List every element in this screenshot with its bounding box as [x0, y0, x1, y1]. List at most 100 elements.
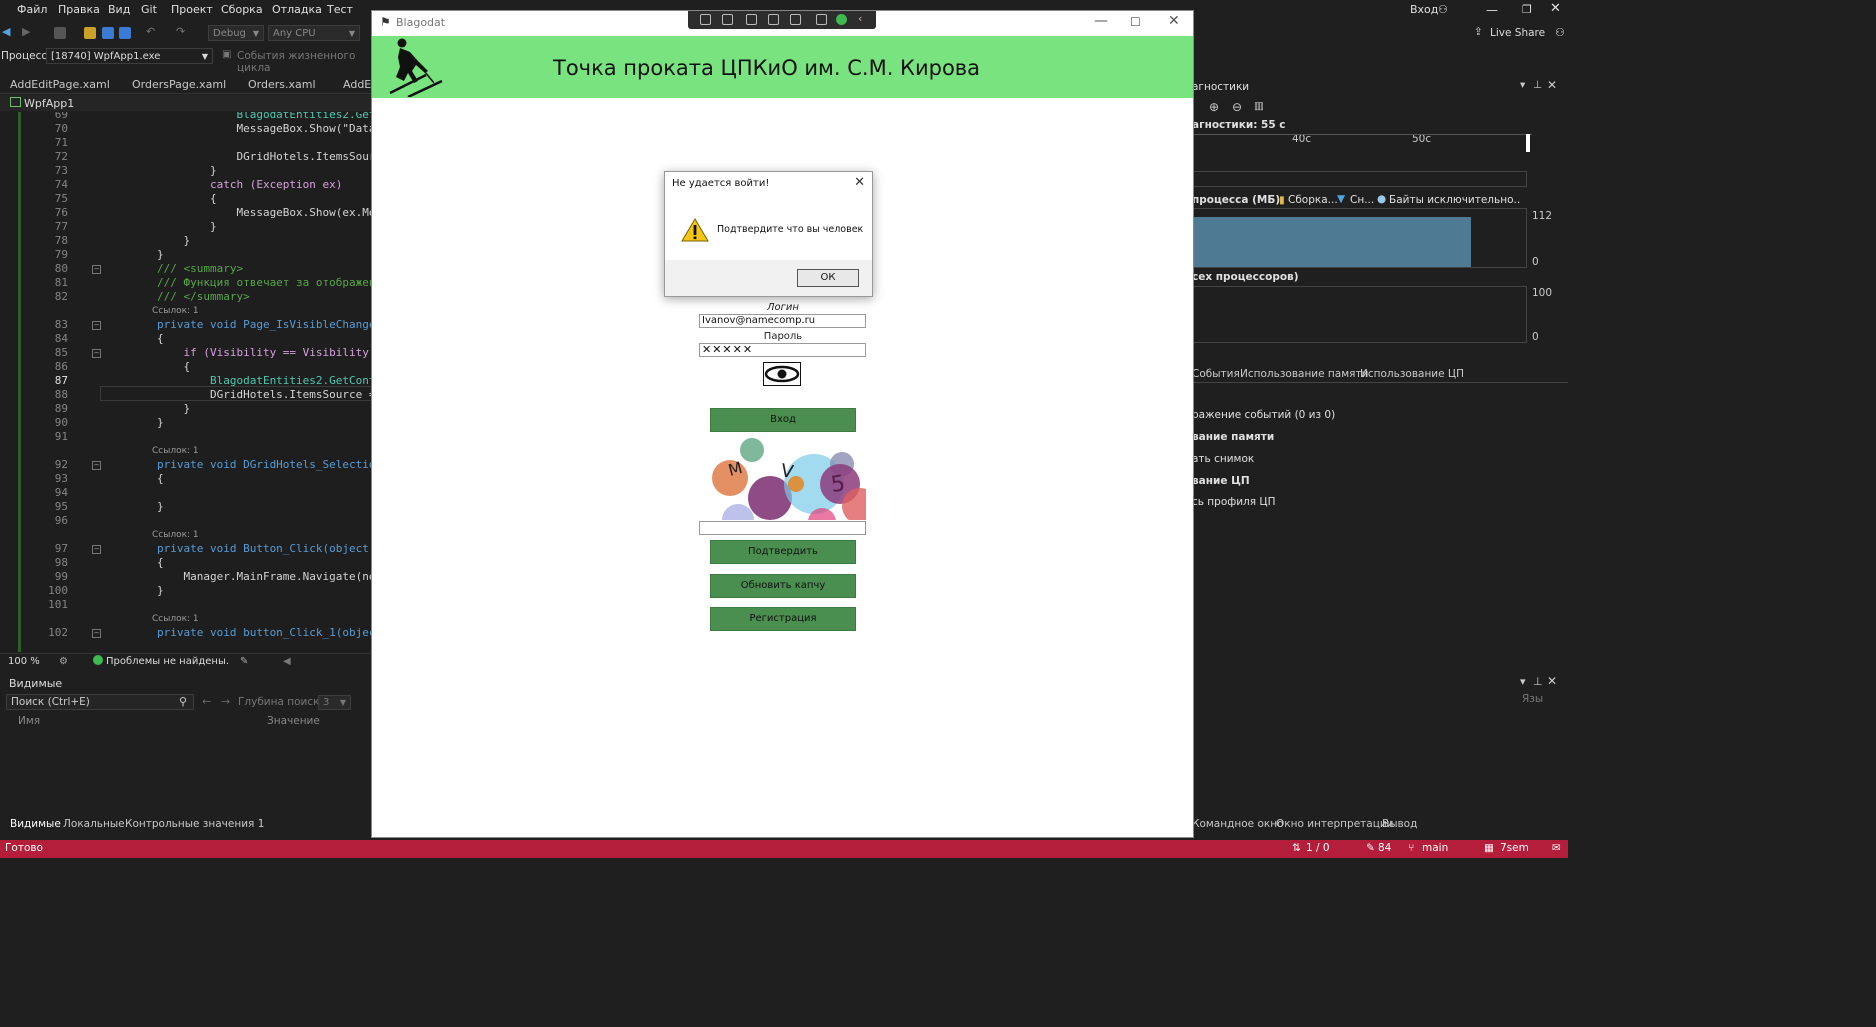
branch-icon[interactable]: ⑂	[1408, 842, 1414, 854]
ok-button[interactable]: ОК	[797, 269, 859, 287]
restore-icon[interactable]: ❐	[1522, 3, 1532, 16]
layout-icon[interactable]	[790, 14, 801, 25]
fold-toggle-icon[interactable]: −	[92, 321, 101, 330]
tab-immediate-window[interactable]: Окно интерпретации	[1276, 818, 1394, 830]
menu-project[interactable]: Проект	[171, 3, 213, 16]
close-icon[interactable]: ✕	[1547, 78, 1557, 92]
save-icon[interactable]	[102, 27, 114, 39]
collapse-icon[interactable]: ‹	[858, 12, 862, 25]
tab-orderspage[interactable]: OrdersPage.xaml	[132, 78, 226, 91]
back-icon[interactable]: ←	[202, 695, 211, 708]
live-tree-icon[interactable]	[700, 14, 711, 25]
column-name[interactable]: Имя	[18, 715, 40, 727]
maximize-icon[interactable]: ☐	[1130, 15, 1141, 29]
tab-orders[interactable]: Orders.xaml	[248, 78, 316, 91]
live-share-button[interactable]: Live Share	[1490, 27, 1545, 39]
zoom-out-icon[interactable]: ⊖	[1232, 100, 1242, 114]
fold-toggle-icon[interactable]: −	[92, 545, 101, 554]
minimize-icon[interactable]: —	[1094, 13, 1108, 29]
tab-cpu-usage[interactable]: Использование ЦП	[1360, 368, 1464, 380]
cpu-graph[interactable]	[1192, 286, 1527, 343]
register-button[interactable]: Регистрация	[710, 607, 856, 631]
chevron-down-icon[interactable]: ▾	[1520, 675, 1526, 688]
tab-autos[interactable]: Видимые	[10, 818, 61, 830]
hot-reload-icon[interactable]	[816, 14, 827, 25]
tab-watch-1[interactable]: Контрольные значения 1	[125, 818, 264, 830]
tab-addeditpage[interactable]: AddEditPage.xaml	[10, 78, 110, 91]
zoom-in-icon[interactable]: ⊕	[1209, 100, 1219, 114]
process-dropdown[interactable]: [18740] WpfApp1.exe ▼	[46, 48, 213, 64]
close-icon[interactable]: ✕	[1168, 13, 1180, 29]
menu-file[interactable]: Файл	[17, 3, 47, 16]
repo-icon[interactable]: ▦	[1484, 842, 1494, 854]
locals-search-input[interactable]: Поиск (Ctrl+E) ⚲	[6, 694, 194, 710]
new-item-icon[interactable]	[54, 27, 66, 39]
git-branch[interactable]: main	[1422, 842, 1448, 854]
timeline-marker[interactable]	[1526, 134, 1530, 152]
git-sync-status[interactable]: 1 / 0	[1306, 842, 1330, 854]
tab-locals[interactable]: Локальные	[63, 818, 125, 830]
problems-status[interactable]: Проблемы не найдены.	[106, 656, 229, 667]
refresh-captcha-button[interactable]: Обновить капчу	[710, 574, 856, 598]
fold-toggle-icon[interactable]: −	[92, 349, 101, 358]
menu-debug[interactable]: Отладка	[272, 3, 322, 16]
account-icon[interactable]: ⚇	[1438, 3, 1448, 16]
reference-count[interactable]: Ссылок: 1	[152, 306, 199, 316]
tab-output[interactable]: Вывод	[1382, 818, 1417, 830]
edit-icon[interactable]: ✎	[1366, 842, 1375, 854]
take-snapshot-link[interactable]: ать снимок	[1192, 453, 1254, 465]
camera-icon[interactable]	[722, 14, 733, 25]
sign-in-link[interactable]: Вход	[1410, 3, 1438, 16]
select-element-icon[interactable]	[746, 14, 757, 25]
captcha-input[interactable]	[699, 521, 866, 535]
menu-git[interactable]: Git	[141, 3, 157, 16]
menu-edit[interactable]: Правка	[58, 3, 100, 16]
close-icon[interactable]: ✕	[1550, 1, 1561, 16]
close-icon[interactable]: ✕	[1547, 674, 1557, 688]
scroll-left-icon[interactable]: ◀	[283, 656, 291, 667]
git-changes-count[interactable]: 84	[1378, 842, 1391, 854]
config-dropdown[interactable]: Debug ▼	[208, 25, 264, 41]
password-input[interactable]: ✕✕✕✕✕	[699, 343, 866, 357]
memory-graph[interactable]	[1192, 208, 1527, 268]
menu-view[interactable]: Вид	[108, 3, 130, 16]
menu-test[interactable]: Тест	[327, 3, 353, 16]
fold-toggle-icon[interactable]: −	[92, 265, 101, 274]
timeline-ruler[interactable]	[1192, 134, 1532, 153]
notifications-icon[interactable]: ✉	[1552, 842, 1561, 854]
redo-icon[interactable]: ↷	[176, 25, 185, 38]
search-depth-dropdown[interactable]: 3 ▼	[318, 695, 351, 710]
intellicode-icon[interactable]: ⚙	[59, 656, 68, 667]
record-cpu-profile-link[interactable]: сь профиля ЦП	[1192, 496, 1275, 508]
git-repo[interactable]: 7sem	[1500, 842, 1529, 854]
events-track[interactable]	[1192, 171, 1527, 187]
fold-toggle-icon[interactable]: −	[92, 629, 101, 638]
brush-icon[interactable]: ✎	[240, 656, 248, 667]
platform-dropdown[interactable]: Any CPU ▼	[268, 25, 360, 41]
show-password-button[interactable]	[763, 362, 801, 386]
events-summary[interactable]: ражение событий (0 из 0)	[1192, 409, 1335, 421]
forward-icon[interactable]: ▶	[22, 25, 30, 38]
menu-build[interactable]: Сборка	[221, 3, 263, 16]
column-value[interactable]: Значение	[267, 715, 320, 727]
minimize-icon[interactable]: —	[1486, 3, 1498, 17]
fold-toggle-icon[interactable]: −	[92, 461, 101, 470]
login-input[interactable]: Ivanov@namecomp.ru	[699, 314, 866, 328]
git-sync-icon[interactable]: ⇅	[1292, 842, 1301, 854]
lifecycle-events[interactable]: События жизненного цикла	[237, 50, 380, 74]
tab-events[interactable]: События	[1192, 368, 1240, 380]
reference-count[interactable]: Ссылок: 1	[152, 446, 199, 456]
forward-icon[interactable]: →	[221, 695, 230, 708]
feedback-icon[interactable]: ⚇	[1555, 26, 1565, 39]
project-selector[interactable]: WpfApp1	[0, 95, 372, 111]
open-folder-icon[interactable]	[84, 27, 96, 39]
reset-zoom-icon[interactable]: ▥	[1254, 100, 1264, 112]
save-all-icon[interactable]	[119, 27, 131, 39]
search-icon[interactable]: ⚲	[179, 695, 187, 708]
chevron-down-icon[interactable]: ▾	[1520, 79, 1525, 91]
confirm-button[interactable]: Подтвердить	[710, 540, 856, 564]
live-share-icon[interactable]: ⇪	[1474, 26, 1483, 38]
pin-icon[interactable]: ⊥	[1533, 675, 1543, 688]
hot-reload-check-icon[interactable]	[836, 14, 847, 25]
reference-count[interactable]: Ссылок: 1	[152, 614, 199, 624]
